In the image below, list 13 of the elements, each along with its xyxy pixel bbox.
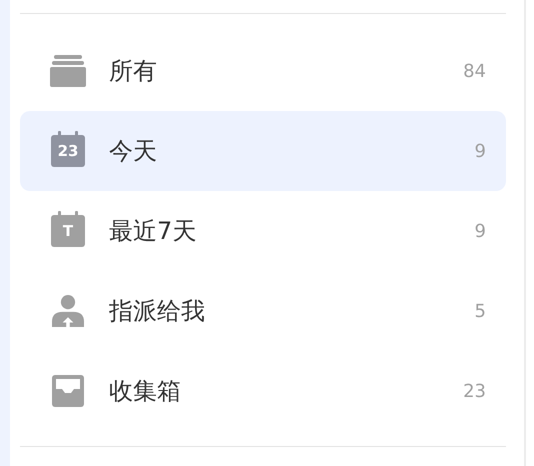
item-count: 9 (474, 140, 486, 162)
item-count: 84 (463, 60, 486, 82)
sidebar-item[interactable]: 23 今天 9 (20, 111, 506, 191)
inbox-icon (50, 375, 86, 407)
item-count: 9 (474, 220, 486, 242)
stack-icon (50, 55, 86, 87)
item-count: 23 (463, 380, 486, 402)
sidebar-item[interactable]: T 最近7天 9 (20, 191, 506, 271)
item-count: 5 (474, 300, 486, 322)
sidebar-item[interactable]: 所有 84 (20, 31, 506, 111)
sidebar-item[interactable]: 收集箱 23 (20, 351, 506, 431)
person-icon (50, 295, 86, 327)
sidebar-item[interactable]: 指派给我 5 (20, 271, 506, 351)
